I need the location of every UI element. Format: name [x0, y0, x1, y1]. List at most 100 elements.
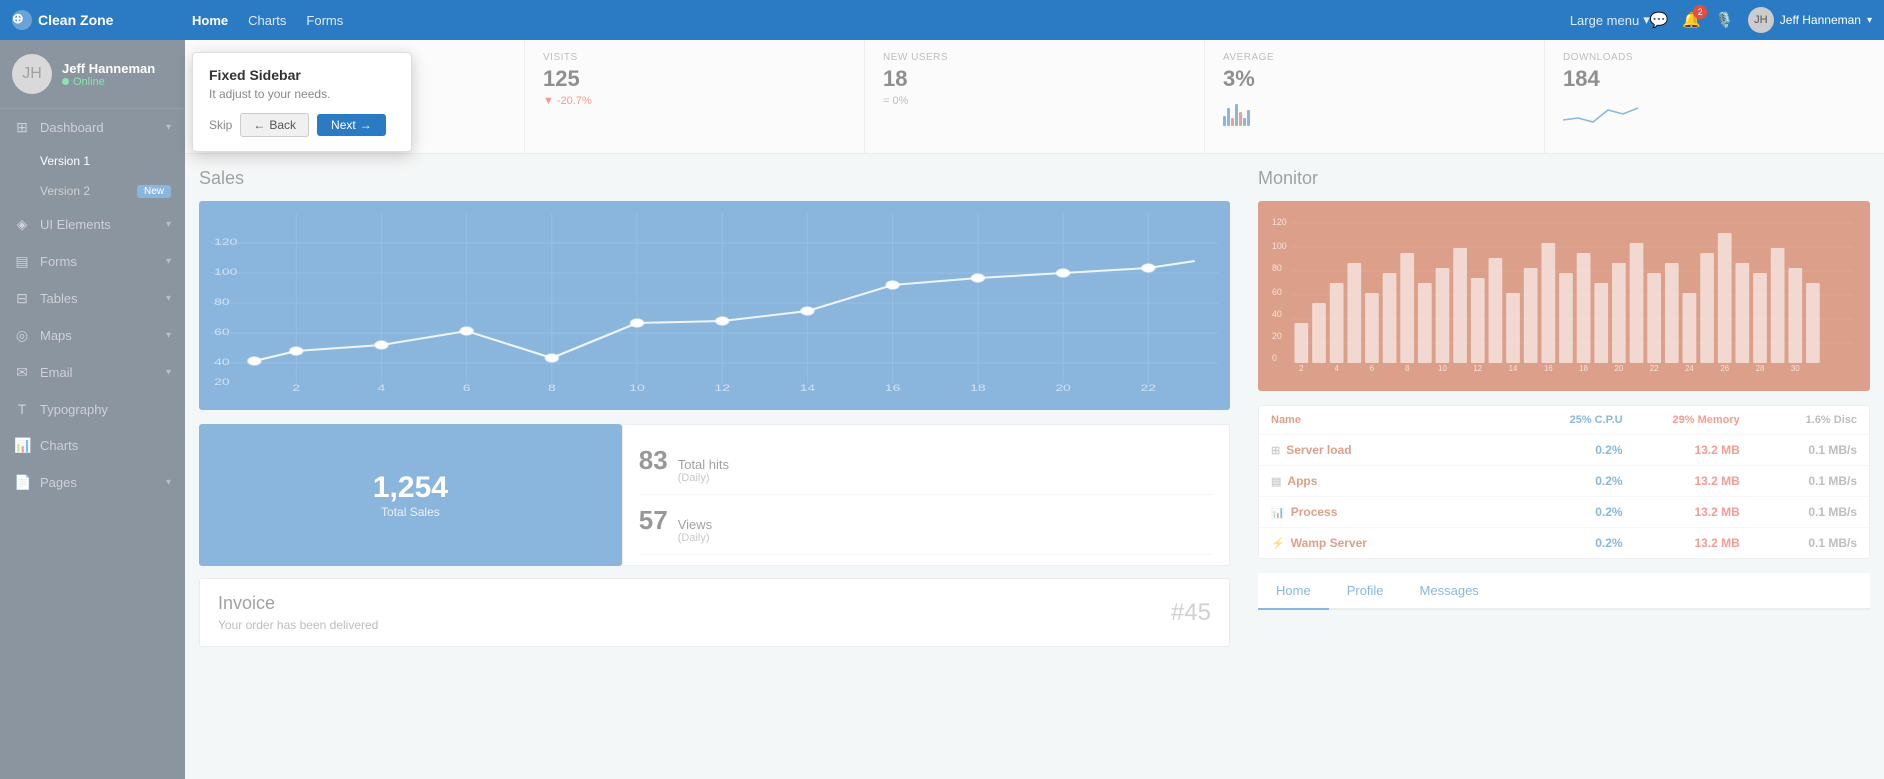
charts-icon: 📊: [14, 437, 30, 454]
user-avatar-small: JH: [1748, 7, 1774, 33]
bar: [1223, 116, 1226, 126]
invoice-title: Invoice: [218, 593, 378, 614]
sidebar-item-charts[interactable]: 📊 Charts: [0, 427, 185, 464]
wamp-memory: 13.2 MB: [1623, 536, 1740, 550]
stat-value-visits: 125: [543, 66, 846, 92]
svg-text:14: 14: [800, 383, 816, 393]
tab-home[interactable]: Home: [1258, 573, 1329, 610]
views-sub: (Daily): [678, 532, 712, 544]
fixed-sidebar-popup: Fixed Sidebar It adjust to your needs. S…: [192, 52, 412, 152]
total-sales-box: 1,254 Total Sales: [199, 424, 622, 566]
stat-value-downloads: 184: [1563, 66, 1866, 92]
forms-arrow-icon: ▾: [166, 256, 171, 267]
ui-elements-icon: ◈: [14, 216, 30, 233]
sidebar-item-ui-elements[interactable]: ◈ UI Elements ▾: [0, 206, 185, 243]
sidebar-item-tables[interactable]: ⊟ Tables ▾: [0, 280, 185, 317]
next-button[interactable]: Next →: [317, 114, 386, 136]
new-badge: New: [137, 185, 171, 198]
wamp-cpu: 0.2%: [1505, 536, 1622, 550]
bar: [1231, 118, 1234, 126]
apps-disc: 0.1 MB/s: [1740, 474, 1857, 488]
stat-card-visits: VISITS 125 ▼ -20.7%: [525, 40, 865, 153]
svg-text:22: 22: [1141, 383, 1157, 393]
next-arrow-icon: →: [360, 118, 372, 132]
back-button[interactable]: ← Back: [240, 113, 309, 137]
user-chevron-icon: ▾: [1867, 15, 1872, 26]
sidebar-item-dashboard[interactable]: ⊞ Dashboard ▾: [0, 109, 185, 146]
sidebar-user: JH Jeff Hanneman Online: [0, 40, 185, 109]
monitor-row-process: 📊 Process 0.2% 13.2 MB 0.1 MB/s: [1259, 497, 1869, 528]
svg-text:60: 60: [1272, 287, 1282, 297]
forms-icon: ▤: [14, 253, 30, 270]
monitor-row-wamp: ⚡ Wamp Server 0.2% 13.2 MB 0.1 MB/s: [1259, 528, 1869, 558]
sidebar-item-version2[interactable]: Version 2 New: [0, 176, 185, 206]
monitor-row-serverload: ⊞ Server load 0.2% 13.2 MB 0.1 MB/s: [1259, 435, 1869, 466]
bell-badge: 2: [1693, 5, 1707, 19]
skip-button[interactable]: Skip: [209, 118, 232, 132]
process-icon: 📊: [1271, 506, 1285, 519]
back-arrow-icon: ←: [253, 118, 265, 132]
sidebar-item-typography[interactable]: T Typography: [0, 391, 185, 427]
sales-bottom: 1,254 Total Sales 83 Total hits (Daily): [199, 424, 1230, 566]
user-info[interactable]: JH Jeff Hanneman ▾: [1748, 7, 1872, 33]
large-menu-button[interactable]: Large menu ▾: [1570, 12, 1650, 28]
svg-text:18: 18: [1579, 364, 1588, 373]
bar: [1243, 118, 1246, 126]
hits-num: 83: [639, 445, 668, 476]
serverload-disc: 0.1 MB/s: [1740, 443, 1857, 457]
svg-text:12: 12: [1473, 364, 1482, 373]
tab-bar: Home Profile Messages: [1258, 573, 1870, 610]
svg-text:80: 80: [1272, 263, 1282, 273]
svg-text:16: 16: [885, 383, 901, 393]
chat-icon-btn[interactable]: 💬: [1650, 11, 1669, 29]
sidebar-item-maps[interactable]: ◎ Maps ▾: [0, 317, 185, 354]
monitor-chart-svg: 120 100 80 60 40 20 0: [1270, 213, 1858, 373]
maps-icon: ◎: [14, 327, 30, 344]
col-header-disc: 1.6% Disc: [1740, 414, 1857, 426]
invoice-section: Invoice Your order has been delivered #4…: [199, 578, 1230, 647]
sidebar-item-version1[interactable]: Version 1: [0, 146, 185, 176]
sales-title: Sales: [199, 168, 1230, 189]
right-panel: Monitor 120 100 80 60 40 20 0: [1244, 154, 1884, 661]
downloads-sparkline: [1563, 100, 1643, 124]
monitor-table-header: Name 25% C.P.U 29% Memory 1.6% Disc: [1259, 406, 1869, 435]
sidebar-item-label-tables: Tables: [40, 291, 78, 306]
nav-link-charts[interactable]: Charts: [248, 13, 286, 28]
bell-icon-btn[interactable]: 🔔 2: [1682, 11, 1701, 29]
stat-label-downloads: DOWNLOADS: [1563, 52, 1866, 63]
stat-change-visits: ▼ -20.7%: [543, 95, 846, 107]
nav-link-forms[interactable]: Forms: [306, 13, 343, 28]
typography-icon: T: [14, 401, 30, 417]
content-area: Sales: [185, 154, 1884, 661]
process-memory: 13.2 MB: [1623, 505, 1740, 519]
svg-text:20: 20: [214, 377, 230, 387]
sidebar-item-label-dashboard: Dashboard: [40, 120, 104, 135]
svg-text:6: 6: [1370, 364, 1375, 373]
left-panel: Sales: [185, 154, 1244, 661]
svg-text:120: 120: [214, 237, 238, 247]
brand-icon: ⊕: [12, 10, 32, 30]
col-header-cpu: 25% C.P.U: [1505, 414, 1622, 426]
svg-text:14: 14: [1509, 364, 1518, 373]
mic-icon-btn[interactable]: 🎙️: [1715, 11, 1734, 29]
dashboard-arrow-icon: ▾: [166, 122, 171, 133]
sidebar-item-forms[interactable]: ▤ Forms ▾: [0, 243, 185, 280]
server-icon: ⊞: [1271, 444, 1280, 457]
svg-text:20: 20: [1272, 331, 1282, 341]
col-header-name: Name: [1271, 414, 1505, 426]
tab-messages[interactable]: Messages: [1402, 573, 1497, 608]
svg-text:26: 26: [1720, 364, 1729, 373]
views-row: 57 Views (Daily): [639, 495, 1213, 555]
apps-memory: 13.2 MB: [1623, 474, 1740, 488]
tab-profile[interactable]: Profile: [1329, 573, 1402, 608]
svg-text:10: 10: [1438, 364, 1447, 373]
sidebar-item-pages[interactable]: 📄 Pages ▾: [0, 464, 185, 501]
hits-label: Total hits: [678, 457, 729, 472]
ui-elements-arrow-icon: ▾: [166, 219, 171, 230]
nav-link-home[interactable]: Home: [192, 13, 228, 28]
svg-text:18: 18: [970, 383, 986, 393]
sidebar-avatar: JH: [12, 54, 52, 94]
sidebar-item-email[interactable]: ✉ Email ▾: [0, 354, 185, 391]
svg-text:22: 22: [1650, 364, 1659, 373]
brand-name: Clean Zone: [38, 12, 113, 28]
